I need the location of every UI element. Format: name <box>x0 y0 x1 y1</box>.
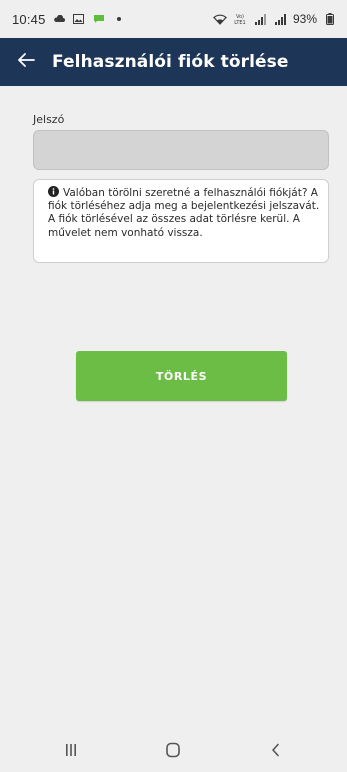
arrow-left-icon <box>17 52 35 73</box>
password-label: Jelszó <box>33 113 65 126</box>
nav-bar <box>0 732 347 772</box>
status-left: 10:45 <box>12 12 126 27</box>
back-button[interactable] <box>12 48 40 76</box>
image-icon <box>72 12 86 26</box>
info-box: Valóban törölni szeretné a felhasználói … <box>33 179 329 263</box>
home-button[interactable] <box>153 737 193 767</box>
status-time: 10:45 <box>12 11 46 27</box>
signal-icon <box>253 12 267 26</box>
recent-apps-button[interactable] <box>51 737 91 767</box>
back-icon <box>270 743 282 762</box>
signal-icon <box>273 12 287 26</box>
status-right: Vo) LTE1 93% <box>213 12 337 26</box>
cloud-icon <box>52 12 66 26</box>
battery-icon <box>323 12 337 26</box>
status-bar: 10:45 Vo) LTE1 93% <box>0 0 347 38</box>
info-icon <box>48 186 59 197</box>
info-text: Valóban törölni szeretné a felhasználói … <box>48 187 320 239</box>
wifi-icon <box>213 12 227 26</box>
sms-icon <box>92 12 106 26</box>
dot-icon <box>112 12 126 26</box>
app-bar: Felhasználói fiók törlése <box>0 38 347 86</box>
battery-level: 93% <box>292 12 317 26</box>
volte-icon: Vo) LTE1 <box>233 12 247 26</box>
home-icon <box>165 742 181 763</box>
page-title: Felhasználói fiók törlése <box>52 52 289 72</box>
delete-button[interactable]: TÖRLÉS <box>76 351 287 401</box>
svg-text:LTE1: LTE1 <box>234 20 246 25</box>
main-content: Jelszó Valóban törölni szeretné a felhas… <box>0 86 347 732</box>
system-back-button[interactable] <box>256 737 296 767</box>
recent-apps-icon <box>64 743 78 762</box>
password-field[interactable] <box>33 130 329 170</box>
